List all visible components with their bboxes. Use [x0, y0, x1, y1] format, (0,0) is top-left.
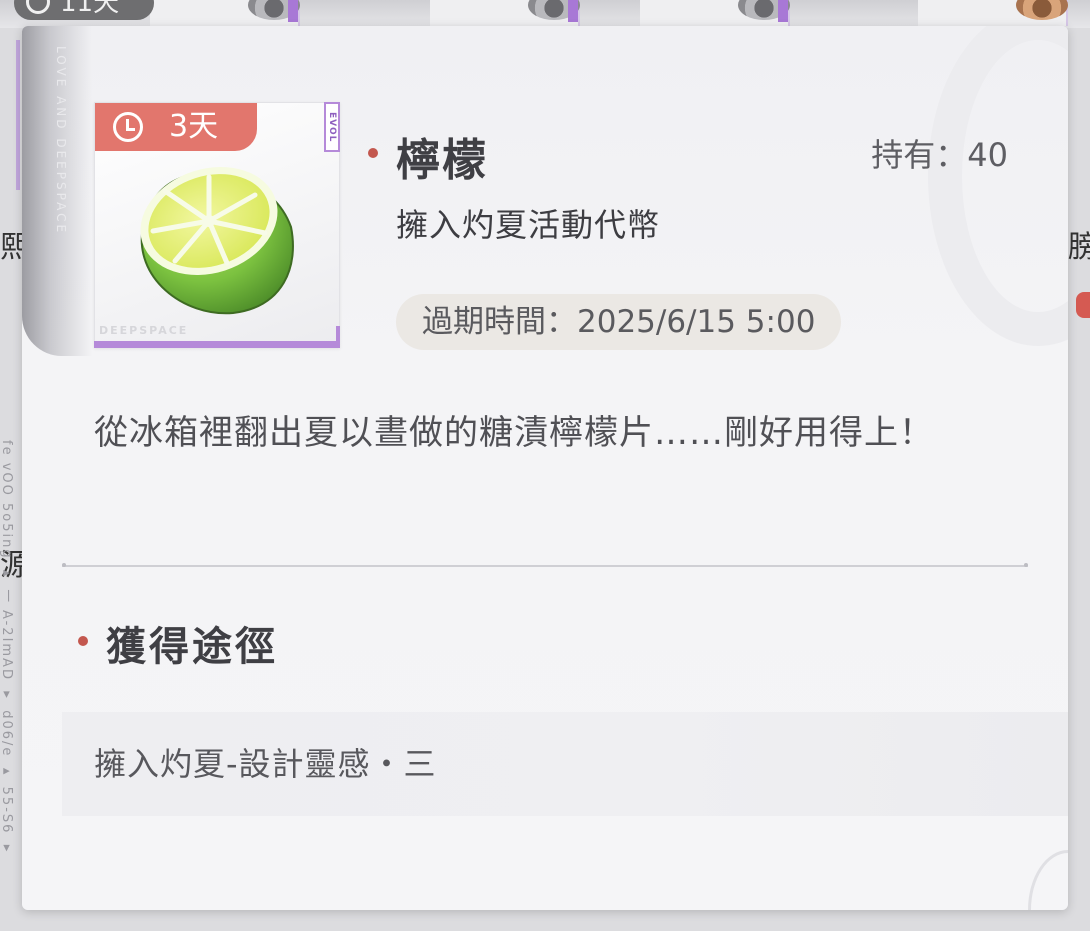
background-item-tile[interactable] — [150, 0, 300, 26]
panel-decoration-arc — [928, 26, 1068, 346]
background-notification-dot — [1076, 292, 1090, 318]
item-icon-card: 3天 EVOL DEEPSPACE — [94, 102, 340, 348]
bullet-icon — [78, 636, 88, 646]
background-item-tile[interactable] — [918, 0, 1068, 26]
rarity-bar — [94, 341, 340, 348]
acquire-section-title: 獲得途徑 — [106, 623, 278, 670]
item-description: 從冰箱裡翻出夏以晝做的糖漬檸檬片……剛好用得上！ — [94, 413, 934, 453]
bullet-icon — [368, 148, 378, 158]
lime-slice-icon — [123, 157, 301, 321]
panel-decoration-arc — [1028, 850, 1068, 910]
background-timer-badge: 11天 — [14, 0, 154, 20]
can-icon — [1016, 0, 1068, 20]
rarity-bar — [336, 326, 340, 348]
background-item-label: 膀 — [1068, 230, 1090, 265]
background-vertical-text: fe vOO 5o5ing ▸ ㅣ A-2ImAD ▾ d06/e ▸ 55-S… — [0, 440, 14, 858]
timer-label: 3天 — [169, 109, 219, 144]
evol-tag: EVOL — [324, 102, 340, 152]
background-item-label: 熙 — [0, 230, 22, 265]
expiry-time-pill: 過期時間：2025/6/15 5:00 — [396, 294, 842, 350]
owned-count: 持有：40 — [871, 136, 1008, 174]
acquire-source-item[interactable]: 擁入灼夏-設計靈感・三 — [62, 712, 1068, 816]
evol-tag — [568, 0, 578, 22]
brand-watermark: DEEPSPACE — [99, 324, 189, 337]
item-detail-panel: LOVE AND DEEPSPACE 3天 EVOL DEEPSPACE 檸檬 … — [22, 26, 1068, 910]
background-rarity-bar — [16, 40, 20, 190]
clock-icon — [113, 112, 143, 142]
clock-icon — [26, 0, 50, 14]
evol-tag — [288, 0, 298, 22]
background-timer-text: 11天 — [60, 0, 120, 18]
expiry-timer-badge: 3天 — [95, 103, 257, 151]
item-name: 檸檬 — [396, 135, 488, 186]
background-item-tile[interactable] — [640, 0, 790, 26]
background-item-tile[interactable] — [430, 0, 580, 26]
section-divider — [62, 563, 1028, 567]
background-item-strip: 11天 — [0, 0, 1090, 28]
side-watermark: LOVE AND DEEPSPACE — [54, 46, 68, 236]
item-category: 擁入灼夏活動代幣 — [396, 206, 661, 244]
evol-tag — [778, 0, 788, 22]
